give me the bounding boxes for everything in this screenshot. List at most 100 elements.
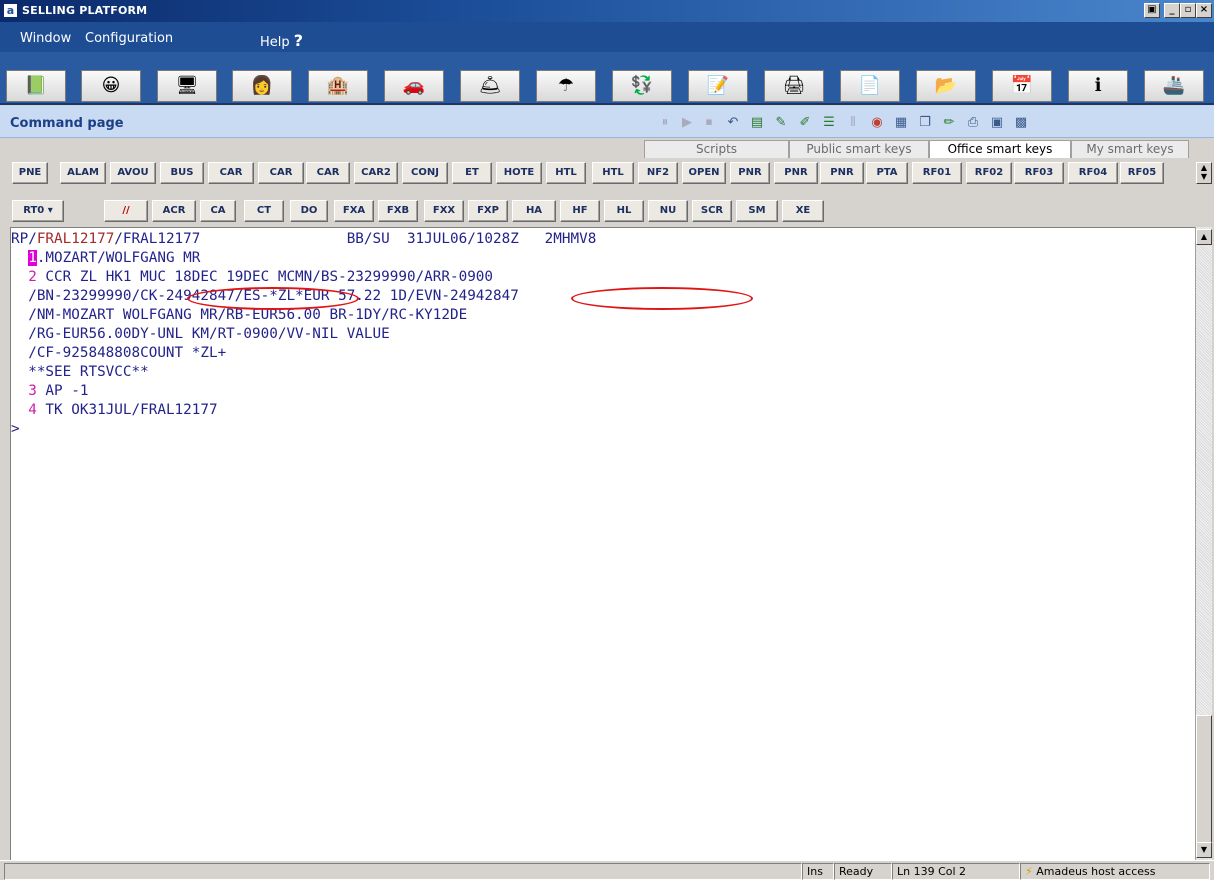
toolbar-button-info[interactable]: ℹ bbox=[1068, 70, 1128, 102]
status-bar: Ins Ready Ln 139 Col 2 ⚡ Amadeus host ac… bbox=[0, 860, 1214, 880]
smart-key-car[interactable]: CAR bbox=[306, 162, 350, 184]
list-icon[interactable]: ☰ bbox=[820, 114, 838, 132]
smart-key-car[interactable]: CAR bbox=[208, 162, 254, 184]
command-prompt[interactable]: > bbox=[11, 420, 20, 439]
smart-key-avou[interactable]: AVOU bbox=[110, 162, 156, 184]
command-terminal[interactable]: RP/FRAL12177/FRAL12177 BB/SU 31JUL06/102… bbox=[10, 227, 1195, 860]
globe-search-icon[interactable]: ◉ bbox=[868, 114, 886, 132]
toolbar-button-umbrella[interactable]: ☂ bbox=[536, 70, 596, 102]
scroll-down-arrow[interactable]: ▼ bbox=[1196, 842, 1212, 858]
bars-icon[interactable]: ⫴ bbox=[844, 114, 862, 132]
smart-key-rf04[interactable]: RF04 bbox=[1068, 162, 1118, 184]
book-icon[interactable]: ▤ bbox=[748, 114, 766, 132]
smart-key-rt0-dropdown[interactable]: RT0 ▾ bbox=[12, 200, 64, 222]
toolbar-button-printer[interactable]: 🖨 bbox=[764, 70, 824, 102]
element-text: TK OK31JUL/FRAL12177 bbox=[36, 402, 218, 418]
smart-key-pnr[interactable]: PNR bbox=[774, 162, 818, 184]
smart-key-acr[interactable]: ACR bbox=[152, 200, 196, 222]
maximize-button[interactable]: ▫ bbox=[1180, 3, 1196, 18]
smart-key-fxx[interactable]: FXX bbox=[424, 200, 464, 222]
tab-scripts[interactable]: Scripts bbox=[644, 140, 789, 158]
terminal-scrollbar[interactable]: ▲ ▼ bbox=[1195, 227, 1212, 860]
book-icon: 📗 bbox=[24, 75, 48, 96]
smart-key-pne[interactable]: PNE bbox=[12, 162, 48, 184]
smart-key-rf01[interactable]: RF01 bbox=[912, 162, 962, 184]
smart-key-fxb[interactable]: FXB bbox=[378, 200, 418, 222]
toolbar-button-hotel[interactable]: 🏨 bbox=[308, 70, 368, 102]
smart-key-htl[interactable]: HTL bbox=[546, 162, 586, 184]
smart-key-scr[interactable]: SCR bbox=[692, 200, 732, 222]
smart-key-car2[interactable]: CAR2 bbox=[354, 162, 398, 184]
smart-key-htl[interactable]: HTL bbox=[592, 162, 634, 184]
smart-key-do[interactable]: DO bbox=[290, 200, 328, 222]
smart-key-xe[interactable]: XE bbox=[782, 200, 824, 222]
smart-key-ha[interactable]: HA bbox=[512, 200, 556, 222]
element-number: 4 bbox=[28, 402, 37, 418]
smart-key-pnr[interactable]: PNR bbox=[730, 162, 770, 184]
menu-configuration[interactable]: Configuration bbox=[85, 31, 173, 46]
smart-key-rf05[interactable]: RF05 bbox=[1120, 162, 1164, 184]
window-title: SELLING PLATFORM bbox=[22, 4, 148, 17]
menu-help[interactable]: Help ? bbox=[260, 31, 303, 50]
scroll-thumb[interactable] bbox=[1196, 715, 1212, 843]
smart-key-hf[interactable]: HF bbox=[560, 200, 600, 222]
smart-key-fxa[interactable]: FXA bbox=[334, 200, 374, 222]
toolbar-button-face[interactable]: 😀 bbox=[81, 70, 141, 102]
toolbar-button-folder[interactable]: 📂 bbox=[916, 70, 976, 102]
smart-key-sm[interactable]: SM bbox=[736, 200, 778, 222]
toolbar-button-terminal[interactable]: 🖥 bbox=[157, 70, 217, 102]
smart-key-bus[interactable]: BUS bbox=[160, 162, 204, 184]
menu-window[interactable]: Window bbox=[20, 31, 71, 46]
toolbar-button-book[interactable]: 📗 bbox=[6, 70, 66, 102]
copy-icon[interactable]: ❐ bbox=[916, 114, 934, 132]
toolbar-button-calendar[interactable]: 📅 bbox=[992, 70, 1052, 102]
smart-key-rf02[interactable]: RF02 bbox=[966, 162, 1012, 184]
toolbar-button-document[interactable]: 📄 bbox=[840, 70, 900, 102]
pen-icon[interactable]: ✏ bbox=[940, 114, 958, 132]
smart-key-fxp[interactable]: FXP bbox=[468, 200, 508, 222]
toolbar-button-car[interactable]: 🚗 bbox=[384, 70, 444, 102]
paint-icon[interactable]: ✐ bbox=[796, 114, 814, 132]
stop-icon[interactable]: ⏹ bbox=[700, 114, 718, 132]
notepad-icon: 📝 bbox=[706, 75, 730, 96]
toolbar-button-notepad[interactable]: 📝 bbox=[688, 70, 748, 102]
smart-key-hote[interactable]: HOTE bbox=[496, 162, 542, 184]
smart-key-nf2[interactable]: NF2 bbox=[638, 162, 678, 184]
smart-key-ct[interactable]: CT bbox=[244, 200, 284, 222]
play-icon[interactable]: ▶ bbox=[678, 114, 696, 132]
smart-keys-scroll[interactable]: ▲ ▼ bbox=[1196, 162, 1212, 184]
brush-icon[interactable]: ✎ bbox=[772, 114, 790, 132]
pnr-line-7: **SEE RTSVCC** bbox=[11, 364, 149, 380]
tab-public-smart-keys[interactable]: Public smart keys bbox=[789, 140, 929, 158]
tab-my-smart-keys[interactable]: My smart keys bbox=[1071, 140, 1189, 158]
smart-key-alam[interactable]: ALAM bbox=[60, 162, 106, 184]
scroll-up-arrow[interactable]: ▲ bbox=[1196, 229, 1212, 245]
smart-key-conj[interactable]: CONJ bbox=[402, 162, 448, 184]
toolbar-button-money[interactable]: 💱 bbox=[612, 70, 672, 102]
smart-key-rf03[interactable]: RF03 bbox=[1014, 162, 1064, 184]
smart-key-et[interactable]: ET bbox=[452, 162, 492, 184]
smart-key-car[interactable]: CAR bbox=[258, 162, 304, 184]
smart-key-nu[interactable]: NU bbox=[648, 200, 688, 222]
document-icon[interactable]: ▦ bbox=[892, 114, 910, 132]
toolbar-button-cruise[interactable]: 🚢 bbox=[1144, 70, 1204, 102]
close-button[interactable]: × bbox=[1196, 3, 1212, 18]
lightning-icon: ⚡ bbox=[1025, 865, 1033, 878]
minimize-button[interactable]: _ bbox=[1164, 3, 1180, 18]
toolbar-button-bellboy[interactable]: 🛎 bbox=[460, 70, 520, 102]
smart-key-slashes[interactable]: // bbox=[104, 200, 148, 222]
toolbar-button-agent[interactable]: 👩 bbox=[232, 70, 292, 102]
smart-key-ca[interactable]: CA bbox=[200, 200, 236, 222]
smart-key-pnr[interactable]: PNR bbox=[820, 162, 864, 184]
pause-icon[interactable]: ⏸ bbox=[656, 114, 674, 132]
smart-key-pta[interactable]: PTA bbox=[866, 162, 908, 184]
smart-key-hl[interactable]: HL bbox=[604, 200, 644, 222]
header-prefix: RP/ bbox=[11, 231, 37, 247]
print-icon[interactable]: ⎙ bbox=[964, 114, 982, 132]
undo-icon[interactable]: ↶ bbox=[724, 114, 742, 132]
tab-office-smart-keys[interactable]: Office smart keys bbox=[929, 140, 1071, 159]
smart-key-open[interactable]: OPEN bbox=[682, 162, 726, 184]
calculator-icon[interactable]: ▩ bbox=[1012, 114, 1030, 132]
save-icon[interactable]: ▣ bbox=[988, 114, 1006, 132]
restore-small-icon[interactable]: ▣ bbox=[1144, 3, 1160, 18]
